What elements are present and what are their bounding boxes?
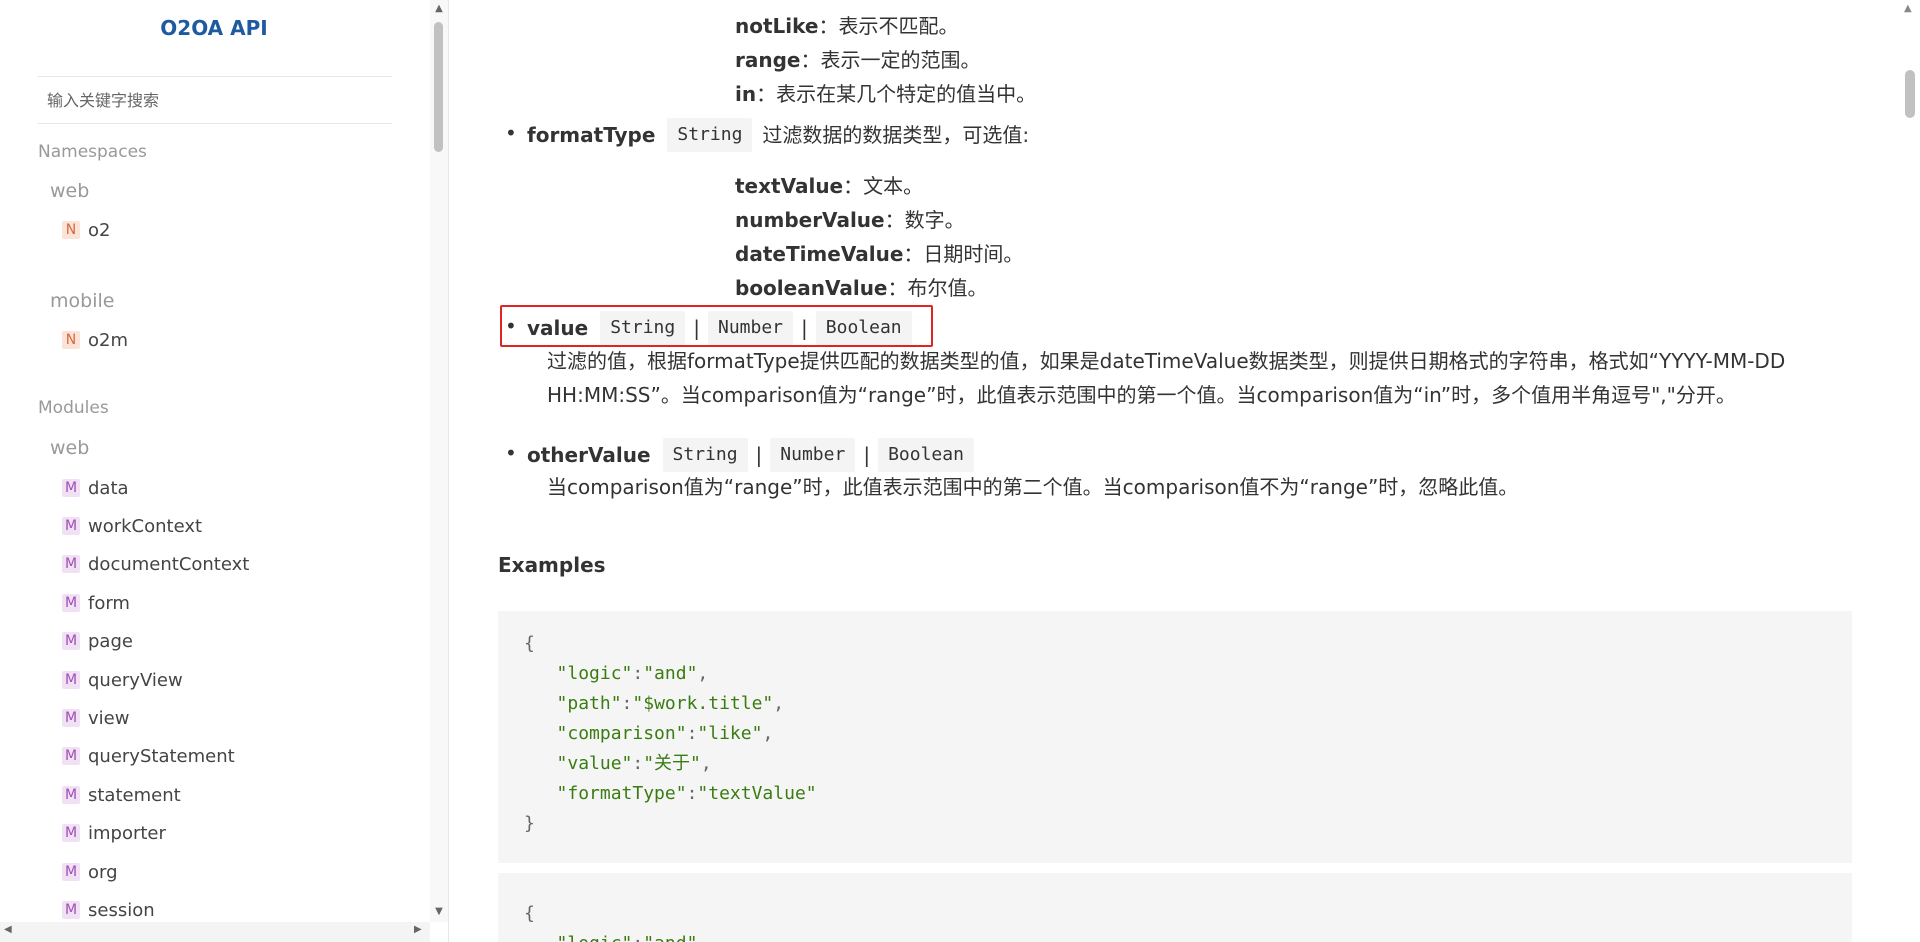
type-separator: | [755, 443, 763, 467]
modules-group-web: web [50, 437, 90, 459]
module-badge-icon: M [62, 479, 80, 497]
sidebar-item-label: form [88, 592, 130, 614]
module-badge-icon: M [62, 747, 80, 765]
code-example-2[interactable]: { "logic":"and", [498, 873, 1852, 942]
scroll-up-arrow-icon[interactable]: ▲ [1904, 3, 1912, 14]
module-badge-icon: M [62, 594, 80, 612]
search-box [38, 76, 392, 124]
sidebar-item-page[interactable]: M page [62, 627, 133, 655]
type-separator: | [801, 316, 808, 340]
sidebar-item-label: view [88, 707, 130, 729]
format-value-number: numberValue：数字。 [735, 208, 965, 232]
sidebar-item-label: documentContext [88, 553, 250, 575]
sidebar-item-label: org [88, 861, 118, 883]
sidebar-item-label: queryView [88, 669, 183, 691]
param-othervalue: • otherValue String | Number | Boolean [505, 438, 974, 472]
type-badge: String [600, 311, 686, 345]
sidebar-item-label: page [88, 630, 133, 652]
sidebar: O2OA API Namespaces web N o2 mobile N o2… [0, 0, 449, 942]
param-value-desc: 过滤的值，根据formatType提供匹配的数据类型的值，如果是dateTime… [547, 349, 1786, 407]
sidebar-item-session[interactable]: M session [62, 896, 155, 924]
examples-heading: Examples [498, 553, 606, 577]
namespaces-group-mobile: mobile [50, 290, 115, 312]
module-badge-icon: M [62, 517, 80, 535]
module-badge-icon: M [62, 671, 80, 689]
scroll-down-arrow-icon[interactable]: ▼ [431, 906, 447, 920]
module-badge-icon: M [62, 824, 80, 842]
main-scrollbar-track[interactable] [1902, 0, 1920, 942]
sidebar-item-statement[interactable]: M statement [62, 781, 181, 809]
main-content: notLike：表示不匹配。 range：表示一定的范围。 in：表示在某几个特… [450, 0, 1900, 942]
sidebar-item-label: importer [88, 822, 166, 844]
param-name: formatType [527, 123, 656, 147]
modules-heading: Modules [38, 398, 109, 418]
param-formattype: • formatType String 过滤数据的数据类型，可选值: [505, 118, 1030, 152]
scroll-left-arrow-icon[interactable]: ◀ [4, 924, 12, 935]
bullet-icon: • [505, 121, 517, 145]
module-badge-icon: M [62, 786, 80, 804]
type-badge: String [662, 438, 748, 472]
sidebar-item-label: o2 [88, 219, 111, 241]
type-badge: Number [770, 438, 856, 472]
sidebar-item-o2m[interactable]: N o2m [62, 326, 128, 354]
comparison-value-range: range：表示一定的范围。 [735, 48, 981, 72]
namespace-badge-icon: N [62, 221, 80, 239]
sidebar-horizontal-scrollbar[interactable] [0, 922, 430, 942]
code-example-1[interactable]: { "logic":"and", "path":"$work.title", "… [498, 611, 1852, 863]
format-value-datetime: dateTimeValue：日期时间。 [735, 242, 1024, 266]
sidebar-item-label: session [88, 899, 155, 921]
namespaces-group-web: web [50, 180, 90, 202]
main-scrollbar-thumb[interactable] [1905, 70, 1915, 118]
bullet-icon: • [505, 441, 517, 465]
format-value-text: textValue：文本。 [735, 174, 924, 198]
module-badge-icon: M [62, 709, 80, 727]
sidebar-item-queryview[interactable]: M queryView [62, 666, 183, 694]
sidebar-item-workcontext[interactable]: M workContext [62, 512, 202, 540]
module-badge-icon: M [62, 901, 80, 919]
param-value: • value String | Number | Boolean [505, 311, 912, 345]
sidebar-item-label: o2m [88, 329, 128, 351]
sidebar-item-org[interactable]: M org [62, 858, 118, 886]
param-name: value [527, 316, 589, 340]
comparison-value-in: in：表示在某几个特定的值当中。 [735, 82, 1037, 106]
sidebar-item-importer[interactable]: M importer [62, 819, 166, 847]
param-othervalue-desc: 当comparison值为“range”时，此值表示范围中的第二个值。当comp… [547, 475, 1519, 499]
type-badge: String [667, 118, 753, 152]
param-name: otherValue [527, 443, 651, 467]
search-input[interactable] [38, 77, 392, 123]
bullet-icon: • [505, 314, 517, 338]
module-badge-icon: M [62, 555, 80, 573]
sidebar-item-label: data [88, 477, 129, 499]
sidebar-item-querystatement[interactable]: M queryStatement [62, 742, 235, 770]
type-badge: Boolean [815, 311, 912, 345]
type-separator: | [693, 316, 700, 340]
sidebar-item-label: statement [88, 784, 181, 806]
app-title[interactable]: O2OA API [0, 16, 428, 40]
param-desc: 过滤数据的数据类型，可选值: [762, 123, 1030, 147]
sidebar-item-o2[interactable]: N o2 [62, 216, 110, 244]
scroll-up-arrow-icon[interactable]: ▲ [431, 3, 447, 17]
sidebar-item-label: queryStatement [88, 745, 235, 767]
sidebar-item-view[interactable]: M view [62, 704, 129, 732]
sidebar-item-data[interactable]: M data [62, 474, 129, 502]
format-value-boolean: booleanValue：布尔值。 [735, 276, 988, 300]
comparison-value-notlike: notLike：表示不匹配。 [735, 14, 959, 38]
sidebar-scrollbar-thumb[interactable] [434, 22, 443, 152]
namespaces-heading: Namespaces [38, 142, 147, 162]
type-separator: | [863, 443, 871, 467]
type-badge: Number [707, 311, 794, 345]
sidebar-item-documentcontext[interactable]: M documentContext [62, 550, 249, 578]
namespace-badge-icon: N [62, 331, 80, 349]
scroll-right-arrow-icon[interactable]: ▶ [414, 924, 422, 935]
module-badge-icon: M [62, 863, 80, 881]
sidebar-item-label: workContext [88, 515, 203, 537]
sidebar-item-form[interactable]: M form [62, 589, 130, 617]
module-badge-icon: M [62, 632, 80, 650]
type-badge: Boolean [878, 438, 974, 472]
